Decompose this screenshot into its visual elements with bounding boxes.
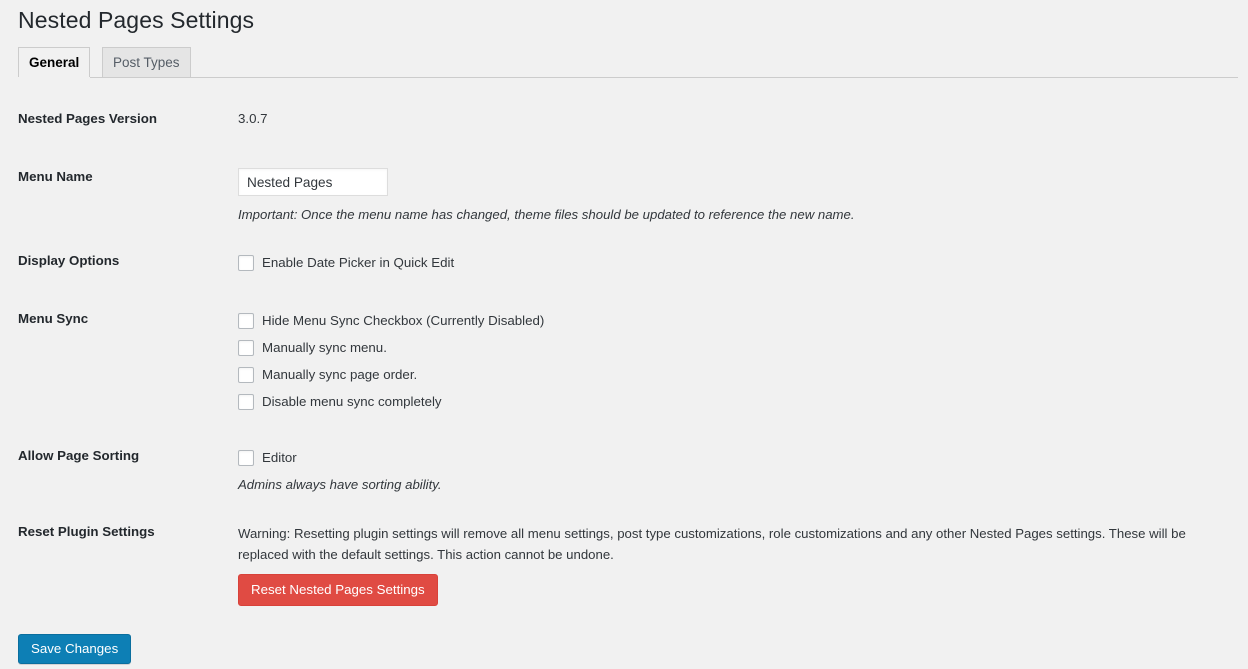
label-allow-page-sorting: Allow Page Sorting xyxy=(18,447,218,465)
checkbox-row[interactable]: Disable menu sync completely xyxy=(238,391,1233,418)
checkbox-row[interactable]: Manually sync page order. xyxy=(238,364,1233,391)
checkbox-hide-menu-sync[interactable] xyxy=(238,313,254,329)
field-display-options: Enable Date Picker in Quick Edit xyxy=(238,252,1233,279)
checkbox-label: Disable menu sync completely xyxy=(262,391,442,412)
settings-tab-bar: General Post Types xyxy=(18,47,1238,78)
checkbox-row[interactable]: Manually sync menu. xyxy=(238,337,1233,364)
checkbox-label: Enable Date Picker in Quick Edit xyxy=(262,252,454,273)
field-version: 3.0.7 xyxy=(238,110,1233,128)
checkbox-disable-menu-sync[interactable] xyxy=(238,394,254,410)
checkbox-row[interactable]: Enable Date Picker in Quick Edit xyxy=(238,252,1233,279)
menu-name-input[interactable] xyxy=(238,168,388,196)
allow-page-sorting-help: Admins always have sorting ability. xyxy=(238,476,1233,494)
label-display-options: Display Options xyxy=(18,252,218,270)
menu-name-help: Important: Once the menu name has change… xyxy=(238,206,1233,224)
field-menu-name: Important: Once the menu name has change… xyxy=(238,168,1233,224)
checkbox-editor[interactable] xyxy=(238,450,254,466)
tab-post-types[interactable]: Post Types xyxy=(102,47,191,77)
checkbox-enable-date-picker[interactable] xyxy=(238,255,254,271)
version-value: 3.0.7 xyxy=(238,110,1233,128)
checkbox-label: Manually sync menu. xyxy=(262,337,387,358)
label-menu-name: Menu Name xyxy=(18,168,218,186)
page-title: Nested Pages Settings xyxy=(18,6,254,35)
reset-settings-button[interactable]: Reset Nested Pages Settings xyxy=(238,574,438,606)
checkbox-label: Hide Menu Sync Checkbox (Currently Disab… xyxy=(262,310,544,331)
field-menu-sync: Hide Menu Sync Checkbox (Currently Disab… xyxy=(238,310,1233,418)
checkbox-manually-sync-menu[interactable] xyxy=(238,340,254,356)
checkbox-row[interactable]: Editor xyxy=(238,447,1233,474)
label-menu-sync: Menu Sync xyxy=(18,310,218,328)
checkbox-row[interactable]: Hide Menu Sync Checkbox (Currently Disab… xyxy=(238,310,1233,337)
field-allow-page-sorting: Editor Admins always have sorting abilit… xyxy=(238,447,1233,494)
checkbox-manually-sync-page-order[interactable] xyxy=(238,367,254,383)
settings-page: Nested Pages Settings General Post Types… xyxy=(0,0,1248,669)
field-reset-plugin-settings: Warning: Resetting plugin settings will … xyxy=(238,523,1233,606)
checkbox-label: Editor xyxy=(262,447,297,468)
tab-general[interactable]: General xyxy=(18,47,90,77)
label-reset-plugin-settings: Reset Plugin Settings xyxy=(18,523,218,541)
save-changes-button[interactable]: Save Changes xyxy=(18,634,131,664)
reset-warning-text: Warning: Resetting plugin settings will … xyxy=(238,523,1230,565)
checkbox-label: Manually sync page order. xyxy=(262,364,417,385)
label-version: Nested Pages Version xyxy=(18,110,218,128)
